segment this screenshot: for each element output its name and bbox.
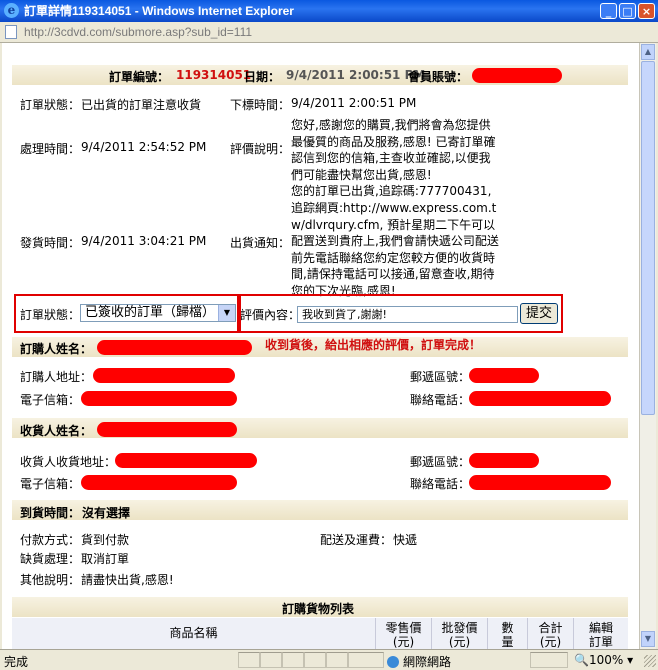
buyer-postcode-label: 郵遞區號： (410, 370, 471, 384)
receiver-email-label: 電子信箱： (20, 477, 81, 491)
status-value: 已出貨的訂單注意收貨 (81, 98, 202, 112)
minimize-button[interactable]: _ (600, 3, 617, 19)
annotation-box-eval (239, 294, 563, 333)
scroll-down-icon[interactable]: ▼ (641, 631, 655, 647)
window-title-bar[interactable]: e 訂單詳情119314051 - Windows Internet Explo… (0, 0, 658, 22)
other-value: 請盡快出貨,感恩! (81, 573, 174, 587)
ship-notice-label: 出貨通知： (230, 236, 291, 250)
annotation-box-status (14, 294, 239, 333)
page-icon (5, 25, 17, 39)
process-time-value: 9/4/2011 2:54:52 PM (81, 140, 207, 154)
scroll-up-icon[interactable]: ▲ (641, 44, 655, 60)
maximize-button[interactable]: □ (619, 3, 636, 19)
page-content: 訂單編號： 119314051 日期： 9/4/2011 2:00:51 PM … (2, 43, 639, 649)
address-bar[interactable]: http://3cdvd.com/submore.asp?sub_id=111 (0, 22, 658, 43)
address-url[interactable]: http://3cdvd.com/submore.asp?sub_id=111 (24, 25, 252, 39)
buyer-email-label: 電子信箱： (20, 393, 81, 407)
zoom-level: 100% (588, 653, 624, 667)
buyer-email-redaction (81, 391, 237, 406)
process-time-label: 處理時間： (20, 142, 81, 156)
receiver-address-redaction (115, 453, 257, 468)
receiver-postcode-redaction (469, 453, 539, 468)
status-label: 訂單狀態： (20, 98, 81, 112)
shortage-value: 取消訂單 (81, 552, 130, 566)
review-label: 評價說明： (230, 142, 291, 156)
receiver-phone-redaction (469, 475, 611, 490)
ship-time-label: 發貨時間： (20, 236, 81, 250)
buyer-name-label: 訂購人姓名： (20, 342, 93, 356)
protected-mode-button[interactable] (530, 652, 568, 668)
order-time-value: 9/4/2011 2:00:51 PM (291, 96, 417, 110)
receiver-name-label: 收貨人姓名： (20, 424, 93, 438)
notes-block: 您好,感謝您的購買,我們將會為您提供最優質的商品及服務,感恩! 已寄訂單確認信到… (291, 117, 501, 300)
shipping-value: 快遞 (393, 533, 418, 547)
goods-title: 訂購貨物列表 (282, 602, 355, 616)
shipping-label: 配送及運費： (320, 533, 393, 547)
member-account-label: 會員賬號： (408, 70, 469, 84)
vertical-scrollbar[interactable]: ▲ ▼ (639, 43, 656, 649)
col-quantity: 數量 (488, 618, 528, 649)
scroll-thumb[interactable] (641, 61, 655, 415)
col-total: 合計(元) (528, 618, 574, 649)
receiver-postcode-label: 郵遞區號： (410, 455, 471, 469)
ie-logo-icon: e (4, 3, 19, 18)
status-cell (238, 652, 260, 668)
receiver-email-redaction (81, 475, 237, 490)
col-edit-order: 編輯訂單 (574, 618, 628, 649)
ship-notice-text: 您的訂單已出貨,追踪碼:777700431, 追踪網頁:http://www.e… (291, 184, 499, 298)
status-cell (260, 652, 282, 668)
order-number: 119314051 (176, 68, 252, 82)
receiver-phone-label: 聯絡電話： (410, 477, 471, 491)
buyer-address-redaction (93, 368, 235, 383)
payment-label: 付款方式： (20, 533, 81, 547)
annotation-hint: 收到貨後，給出相應的評價，訂單完成！ (265, 338, 482, 352)
close-button[interactable]: × (638, 3, 655, 19)
magnifier-icon: 🔍 (574, 653, 589, 667)
status-cell (326, 652, 348, 668)
col-wholesale-price: 批發價(元) (432, 618, 488, 649)
col-product-name: 商品名稱 (12, 618, 376, 649)
buyer-phone-redaction (469, 391, 611, 406)
receiver-name-redaction (97, 422, 237, 437)
buyer-postcode-redaction (469, 368, 539, 383)
member-account-redaction (472, 68, 562, 83)
security-zone[interactable]: 網際網路 (387, 653, 451, 670)
delivery-time-label: 到貨時間： (20, 506, 81, 520)
order-time-label: 下標時間： (230, 98, 291, 112)
buyer-phone-label: 聯絡電話： (410, 393, 471, 407)
order-date: 9/4/2011 2:00:51 PM (286, 68, 426, 82)
resize-grip[interactable] (644, 655, 656, 667)
zone-label: 網際網路 (403, 655, 452, 669)
window-title: 訂單詳情119314051 - Windows Internet Explore… (24, 4, 294, 18)
receiver-address-label: 收貨人收貨地址： (20, 455, 117, 469)
col-retail-price: 零售價(元) (376, 618, 432, 649)
status-cell (282, 652, 304, 668)
status-bar: 完成 網際網路 🔍100% ▾ (0, 649, 658, 669)
shortage-label: 缺貨處理： (20, 552, 81, 566)
order-number-label: 訂單編號： (109, 70, 170, 84)
buyer-address-label: 訂購人地址： (20, 370, 93, 384)
status-cell (348, 652, 384, 668)
zoom-control[interactable]: 🔍100% ▾ (574, 653, 633, 667)
payment-value: 貨到付款 (81, 533, 130, 547)
status-text: 完成 (4, 655, 29, 669)
buyer-name-redaction (97, 340, 252, 355)
other-label: 其他說明： (20, 573, 81, 587)
order-date-label: 日期： (244, 70, 281, 84)
delivery-time-value: 沒有選擇 (82, 506, 131, 520)
review-text: 您好,感謝您的購買,我們將會為您提供最優質的商品及服務,感恩! 已寄訂單確認信到… (291, 118, 496, 182)
ship-time-value: 9/4/2011 3:04:21 PM (81, 234, 207, 248)
status-cell (304, 652, 326, 668)
globe-icon (387, 656, 399, 668)
